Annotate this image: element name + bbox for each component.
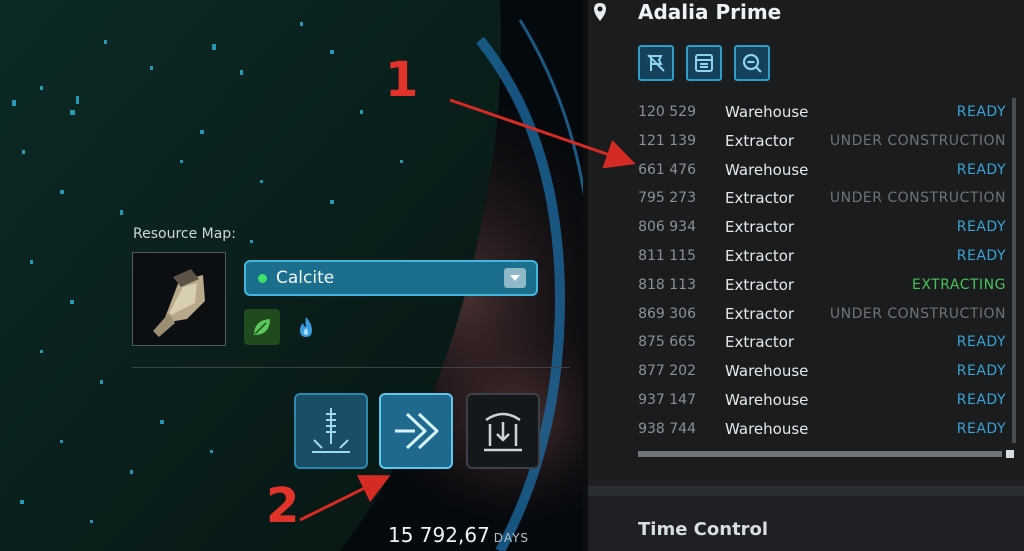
annotation-arrow-1 <box>449 98 636 169</box>
annotation-arrow-2 <box>299 475 391 522</box>
annotation-number-2: 2 <box>266 478 300 534</box>
annotation-arrows <box>299 98 636 522</box>
annotation-number-1: 1 <box>385 52 419 108</box>
